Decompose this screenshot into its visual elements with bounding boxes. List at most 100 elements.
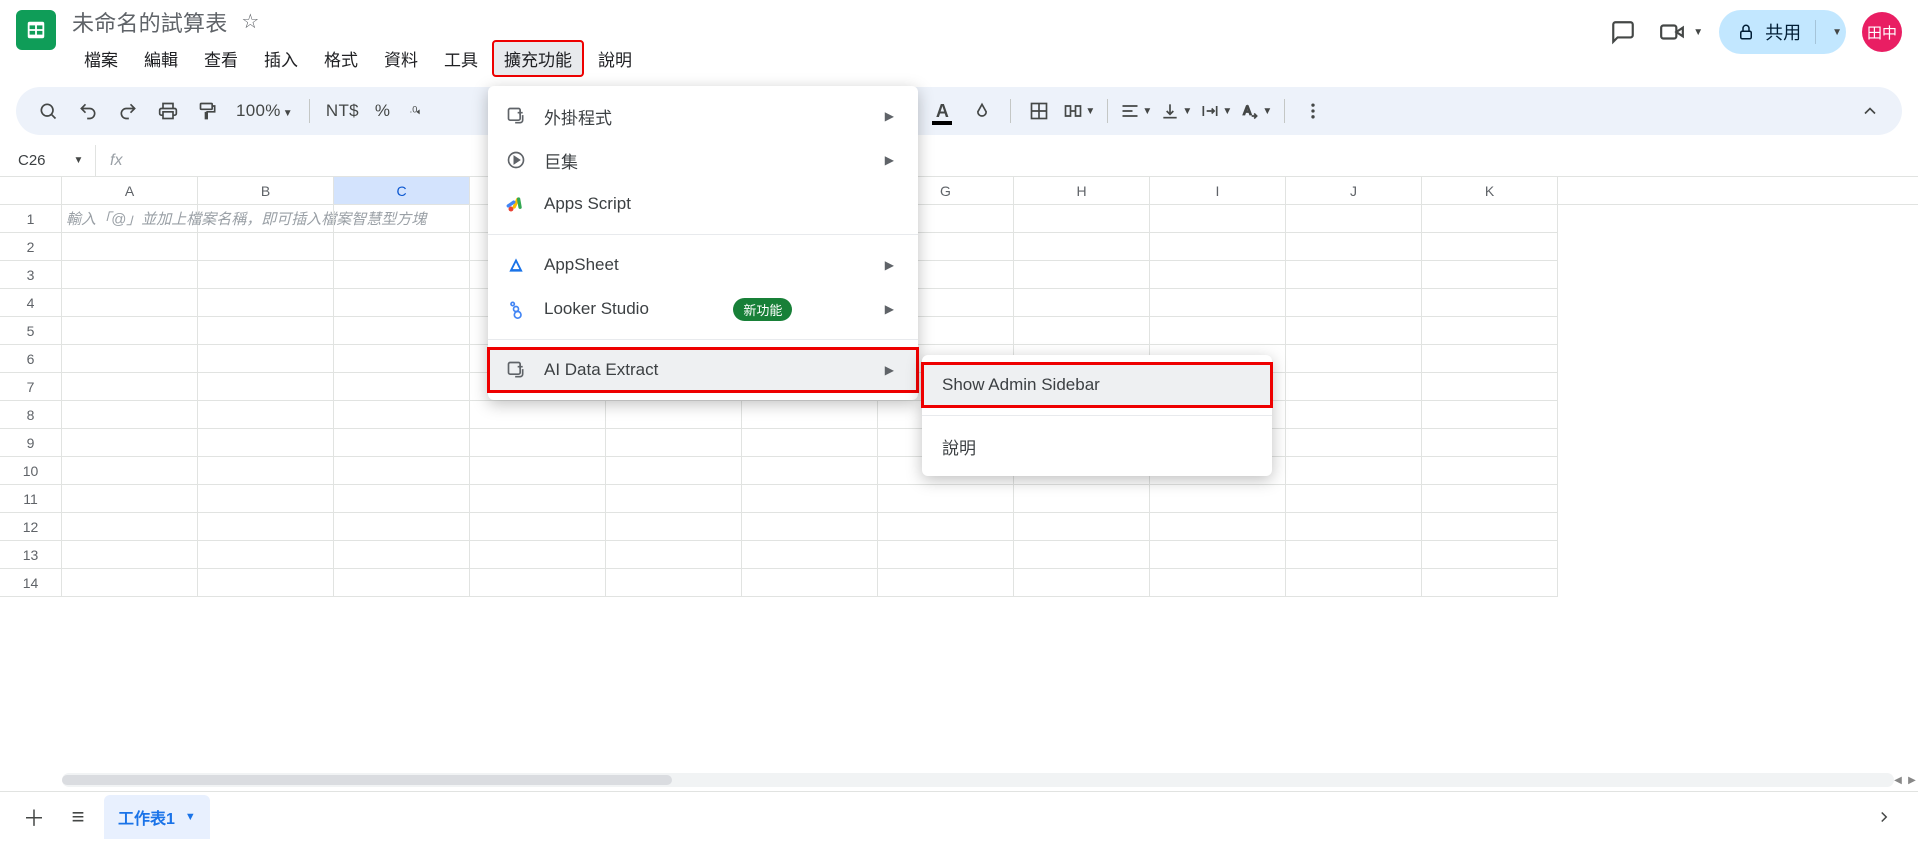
- cell[interactable]: [334, 317, 470, 345]
- sheet-tab[interactable]: 工作表1 ▼: [104, 795, 210, 839]
- cell[interactable]: [878, 485, 1014, 513]
- horizontal-scrollbar[interactable]: [62, 773, 1894, 787]
- row-header[interactable]: 5: [0, 317, 62, 345]
- name-box[interactable]: C26 ▼: [0, 145, 96, 176]
- cell[interactable]: [606, 457, 742, 485]
- cell[interactable]: [62, 541, 198, 569]
- search-icon[interactable]: [30, 93, 66, 129]
- cell[interactable]: [606, 513, 742, 541]
- cell[interactable]: [334, 289, 470, 317]
- comments-icon[interactable]: [1603, 12, 1643, 52]
- cell[interactable]: [1286, 289, 1422, 317]
- share-button[interactable]: 共用 ▼: [1719, 10, 1846, 54]
- collapse-toolbar-icon[interactable]: [1852, 93, 1888, 129]
- cell[interactable]: [878, 569, 1014, 597]
- cell[interactable]: [1150, 513, 1286, 541]
- cell[interactable]: [62, 569, 198, 597]
- menu-item-looker-studio[interactable]: Looker Studio新功能▶: [488, 287, 918, 331]
- account-avatar[interactable]: 田中: [1862, 12, 1902, 52]
- cell[interactable]: [1286, 233, 1422, 261]
- paint-format-icon[interactable]: [190, 93, 226, 129]
- cell[interactable]: [62, 261, 198, 289]
- cell[interactable]: [606, 485, 742, 513]
- cell[interactable]: [198, 541, 334, 569]
- cell[interactable]: [1014, 317, 1150, 345]
- menu-說明[interactable]: 說明: [586, 40, 644, 77]
- cell[interactable]: [198, 205, 334, 233]
- cell[interactable]: [1422, 401, 1558, 429]
- add-sheet-icon[interactable]: ＋: [16, 799, 52, 835]
- cell[interactable]: [470, 569, 606, 597]
- cell[interactable]: [470, 457, 606, 485]
- cell[interactable]: [198, 233, 334, 261]
- row-header[interactable]: 14: [0, 569, 62, 597]
- row-header[interactable]: 11: [0, 485, 62, 513]
- cell[interactable]: [742, 513, 878, 541]
- cell[interactable]: [1150, 289, 1286, 317]
- cell[interactable]: [62, 289, 198, 317]
- cell[interactable]: [1422, 569, 1558, 597]
- row-header[interactable]: 7: [0, 373, 62, 401]
- cell[interactable]: [1286, 541, 1422, 569]
- cell[interactable]: [1014, 205, 1150, 233]
- cell[interactable]: [334, 541, 470, 569]
- cell[interactable]: [1014, 233, 1150, 261]
- cell[interactable]: [198, 289, 334, 317]
- cell[interactable]: [1150, 205, 1286, 233]
- cell[interactable]: [62, 317, 198, 345]
- cell[interactable]: [1286, 261, 1422, 289]
- cell[interactable]: [1422, 373, 1558, 401]
- menu-資料[interactable]: 資料: [372, 40, 430, 77]
- cell[interactable]: [62, 513, 198, 541]
- cell[interactable]: [198, 485, 334, 513]
- cell[interactable]: [1422, 513, 1558, 541]
- cell[interactable]: [62, 345, 198, 373]
- chevron-down-icon[interactable]: ▼: [1832, 27, 1842, 38]
- cell[interactable]: [1286, 457, 1422, 485]
- text-color-icon[interactable]: A: [924, 93, 960, 129]
- cell[interactable]: [198, 373, 334, 401]
- column-header[interactable]: B: [198, 177, 334, 204]
- menu-item-巨集[interactable]: 巨集▶: [488, 138, 918, 182]
- cell[interactable]: [1014, 569, 1150, 597]
- menu-擴充功能[interactable]: 擴充功能: [492, 40, 584, 77]
- cell[interactable]: [334, 401, 470, 429]
- cell[interactable]: [1422, 205, 1558, 233]
- row-header[interactable]: 13: [0, 541, 62, 569]
- print-icon[interactable]: [150, 93, 186, 129]
- row-header[interactable]: 12: [0, 513, 62, 541]
- cell[interactable]: [1286, 373, 1422, 401]
- row-header[interactable]: 8: [0, 401, 62, 429]
- cell[interactable]: [742, 541, 878, 569]
- cell[interactable]: [334, 373, 470, 401]
- scroll-left-icon[interactable]: ◀: [1892, 773, 1904, 787]
- cell[interactable]: [62, 429, 198, 457]
- text-wrap-icon[interactable]: ▼: [1198, 93, 1234, 129]
- menu-item-外掛程式[interactable]: 外掛程式▶: [488, 94, 918, 138]
- merge-cells-icon[interactable]: ▼: [1061, 93, 1097, 129]
- horizontal-align-icon[interactable]: ▼: [1118, 93, 1154, 129]
- menu-插入[interactable]: 插入: [252, 40, 310, 77]
- cell[interactable]: [1422, 289, 1558, 317]
- cell[interactable]: [1150, 317, 1286, 345]
- cell[interactable]: [334, 429, 470, 457]
- cell[interactable]: [1422, 485, 1558, 513]
- decrease-decimal-icon[interactable]: .0: [400, 93, 436, 129]
- column-header[interactable]: H: [1014, 177, 1150, 204]
- menu-查看[interactable]: 查看: [192, 40, 250, 77]
- row-header[interactable]: 6: [0, 345, 62, 373]
- cell[interactable]: [1286, 317, 1422, 345]
- cell[interactable]: [62, 233, 198, 261]
- cell[interactable]: [1422, 261, 1558, 289]
- cell[interactable]: [1014, 485, 1150, 513]
- cell[interactable]: [334, 261, 470, 289]
- scroll-right-icon[interactable]: ▶: [1906, 773, 1918, 787]
- cell[interactable]: [606, 401, 742, 429]
- cell[interactable]: [1286, 429, 1422, 457]
- row-header[interactable]: 9: [0, 429, 62, 457]
- cell[interactable]: [742, 457, 878, 485]
- row-header[interactable]: 2: [0, 233, 62, 261]
- explore-icon[interactable]: [1866, 799, 1902, 835]
- cell[interactable]: [1150, 569, 1286, 597]
- cell[interactable]: [470, 401, 606, 429]
